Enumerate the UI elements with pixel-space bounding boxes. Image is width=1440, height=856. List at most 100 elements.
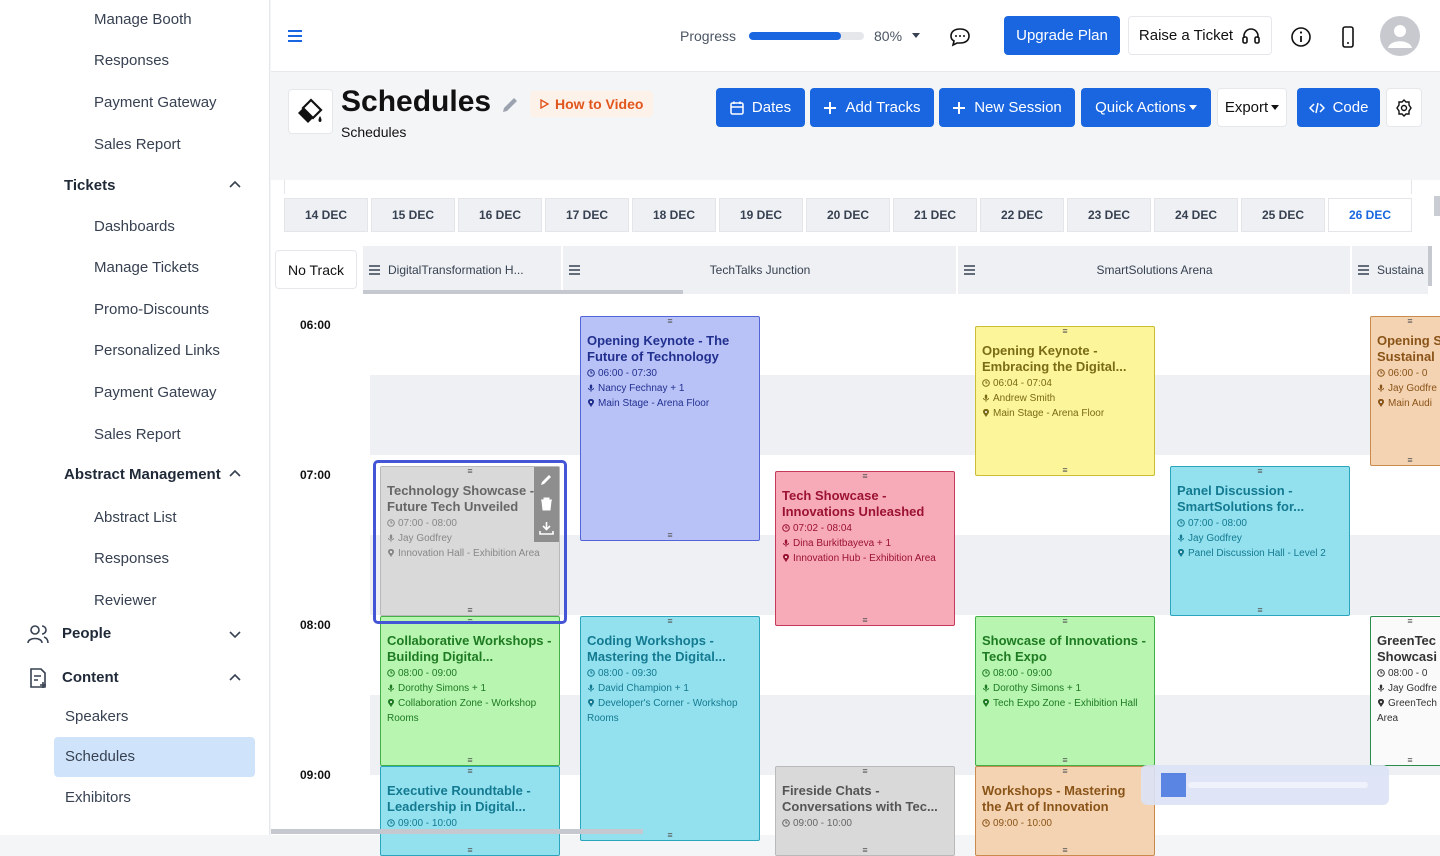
- date-tab[interactable]: 16 DEC: [458, 198, 542, 232]
- resize-handle-icon[interactable]: ≡: [1062, 846, 1067, 855]
- sidebar-item-sales-report-2[interactable]: Sales Report: [94, 426, 269, 443]
- sidebar-item-personalized-links[interactable]: Personalized Links: [94, 342, 269, 359]
- drag-handle-icon[interactable]: ≡: [1407, 317, 1412, 326]
- hamburger-menu-icon[interactable]: [287, 28, 303, 44]
- edit-pencil-icon[interactable]: [500, 95, 520, 115]
- sidebar-item-exhibitors[interactable]: Exhibitors: [65, 789, 269, 806]
- chevron-up-icon[interactable]: [228, 178, 242, 192]
- drag-handle-icon[interactable]: ≡: [667, 317, 672, 326]
- track-header[interactable]: Sustaina: [1352, 246, 1428, 294]
- caret-down-icon[interactable]: [911, 32, 921, 40]
- avatar[interactable]: [1380, 16, 1420, 56]
- how-to-video-link[interactable]: How to Video: [530, 91, 654, 117]
- date-tab[interactable]: 17 DEC: [545, 198, 629, 232]
- sidebar-item-speakers[interactable]: Speakers: [65, 708, 269, 725]
- horizontal-scrollbar[interactable]: [271, 829, 643, 834]
- date-tab[interactable]: 18 DEC: [632, 198, 716, 232]
- date-tab[interactable]: 20 DEC: [806, 198, 890, 232]
- sidebar-item-responses-2[interactable]: Responses: [94, 550, 269, 567]
- dates-button[interactable]: Dates: [716, 88, 805, 127]
- session-card[interactable]: ≡ Tech Showcase - Innovations Unleashed 07…: [775, 471, 955, 626]
- track-header[interactable]: SmartSolutions Arena: [958, 246, 1350, 294]
- date-tab[interactable]: 15 DEC: [371, 198, 455, 232]
- quick-actions-button[interactable]: Quick Actions: [1081, 88, 1211, 127]
- resize-handle-icon[interactable]: ≡: [1407, 756, 1412, 765]
- export-button[interactable]: Export: [1217, 88, 1287, 127]
- drag-handle-icon[interactable]: ≡: [467, 767, 472, 776]
- download-icon[interactable]: [539, 521, 554, 535]
- date-tab[interactable]: 24 DEC: [1154, 198, 1238, 232]
- sidebar-item-manage-booth[interactable]: Manage Booth: [94, 11, 269, 28]
- date-tab[interactable]: 21 DEC: [893, 198, 977, 232]
- resize-handle-icon[interactable]: ≡: [1257, 606, 1262, 615]
- session-card[interactable]: ≡ Showcase of Innovations - Tech Expo 08:0…: [975, 616, 1155, 766]
- settings-button[interactable]: [1386, 88, 1422, 127]
- sidebar-item-reviewer[interactable]: Reviewer: [94, 592, 269, 609]
- chevron-up-icon[interactable]: [228, 467, 242, 481]
- resize-handle-icon[interactable]: ≡: [862, 616, 867, 625]
- chevron-up-icon[interactable]: [228, 671, 242, 685]
- info-icon[interactable]: [1290, 26, 1312, 48]
- drag-handle-icon[interactable]: ≡: [862, 767, 867, 776]
- track-header[interactable]: TechTalks Junction: [563, 246, 956, 294]
- chat-icon[interactable]: [949, 27, 971, 47]
- chevron-down-icon[interactable]: [228, 627, 242, 641]
- sidebar-item-sales-report[interactable]: Sales Report: [94, 136, 269, 153]
- drag-handle-icon[interactable]: [1358, 265, 1369, 275]
- no-track-button[interactable]: No Track: [275, 250, 357, 289]
- resize-handle-icon[interactable]: ≡: [1407, 456, 1412, 465]
- session-card[interactable]: ≡ Collaborative Workshops - Building Digi…: [380, 616, 560, 766]
- upgrade-plan-button[interactable]: Upgrade Plan: [1004, 16, 1120, 55]
- sidebar-item-abstract-list[interactable]: Abstract List: [94, 509, 269, 526]
- resize-handle-icon[interactable]: ≡: [467, 846, 472, 855]
- drag-handle-icon[interactable]: ≡: [1407, 617, 1412, 626]
- session-card[interactable]: ≡ Opening Keynote - Embracing the Digital…: [975, 326, 1155, 476]
- date-scrollbar[interactable]: [1434, 196, 1440, 216]
- add-tracks-button[interactable]: Add Tracks: [810, 88, 934, 127]
- drag-handle-icon[interactable]: ≡: [1062, 617, 1067, 626]
- sidebar-item-dashboards[interactable]: Dashboards: [94, 218, 269, 235]
- session-card[interactable]: ≡ GreenTec Showcasi 08:00 - 0 Jay Godfre Gre…: [1370, 616, 1440, 766]
- session-card[interactable]: ≡ Coding Workshops - Mastering the Digita…: [580, 616, 760, 841]
- session-card[interactable]: ≡ Panel Discussion - SmartSolutions for..…: [1170, 466, 1350, 616]
- sidebar-item-promo-discounts[interactable]: Promo-Discounts: [94, 301, 269, 318]
- minimap-handle[interactable]: [1161, 773, 1186, 797]
- mobile-icon[interactable]: [1341, 26, 1355, 48]
- drag-handle-icon[interactable]: ≡: [862, 472, 867, 481]
- date-tab[interactable]: 22 DEC: [980, 198, 1064, 232]
- session-card[interactable]: ≡ Executive Roundtable - Leadership in Di…: [380, 766, 560, 856]
- resize-handle-icon[interactable]: ≡: [667, 831, 672, 840]
- resize-handle-icon[interactable]: ≡: [667, 531, 672, 540]
- drag-handle-icon[interactable]: [964, 265, 975, 275]
- resize-handle-icon[interactable]: ≡: [1062, 756, 1067, 765]
- minimap-widget[interactable]: [1141, 765, 1389, 805]
- sidebar-item-schedules[interactable]: Schedules: [65, 748, 269, 765]
- session-card[interactable]: ≡ Opening S Sustainal 06:00 - 0 Jay Godfre M…: [1370, 316, 1440, 466]
- drag-handle-icon[interactable]: ≡: [1062, 327, 1067, 336]
- sidebar-item-payment-gateway-2[interactable]: Payment Gateway: [94, 384, 269, 401]
- edit-icon[interactable]: [540, 473, 553, 486]
- resize-handle-icon[interactable]: ≡: [1062, 466, 1067, 475]
- session-card[interactable]: ≡ Fireside Chats - Conversations with Tec…: [775, 766, 955, 856]
- sidebar-item-payment-gateway[interactable]: Payment Gateway: [94, 94, 269, 111]
- trash-icon[interactable]: [540, 497, 553, 511]
- drag-handle-icon[interactable]: ≡: [1062, 767, 1067, 776]
- drag-handle-icon[interactable]: ≡: [1257, 467, 1262, 476]
- date-tab[interactable]: 23 DEC: [1067, 198, 1151, 232]
- sidebar-item-manage-tickets[interactable]: Manage Tickets: [94, 259, 269, 276]
- session-card[interactable]: ≡ Opening Keynote - The Future of Technol…: [580, 316, 760, 541]
- session-card[interactable]: ≡ Workshops - Mastering the Art of Innova…: [975, 766, 1155, 856]
- track-scrollbar[interactable]: [363, 290, 683, 294]
- resize-handle-icon[interactable]: ≡: [467, 756, 472, 765]
- new-session-button[interactable]: New Session: [939, 88, 1075, 127]
- date-tab[interactable]: 14 DEC: [284, 198, 368, 232]
- code-button[interactable]: Code: [1297, 88, 1380, 127]
- track-header[interactable]: DigitalTransformation H...: [363, 246, 561, 294]
- sidebar-item-responses[interactable]: Responses: [94, 52, 269, 69]
- date-tab[interactable]: 19 DEC: [719, 198, 803, 232]
- track-scrollbar-v[interactable]: [1428, 246, 1432, 286]
- resize-handle-icon[interactable]: ≡: [862, 846, 867, 855]
- drag-handle-icon[interactable]: [369, 265, 380, 275]
- drag-handle-icon[interactable]: [569, 265, 580, 275]
- drag-handle-icon[interactable]: ≡: [667, 617, 672, 626]
